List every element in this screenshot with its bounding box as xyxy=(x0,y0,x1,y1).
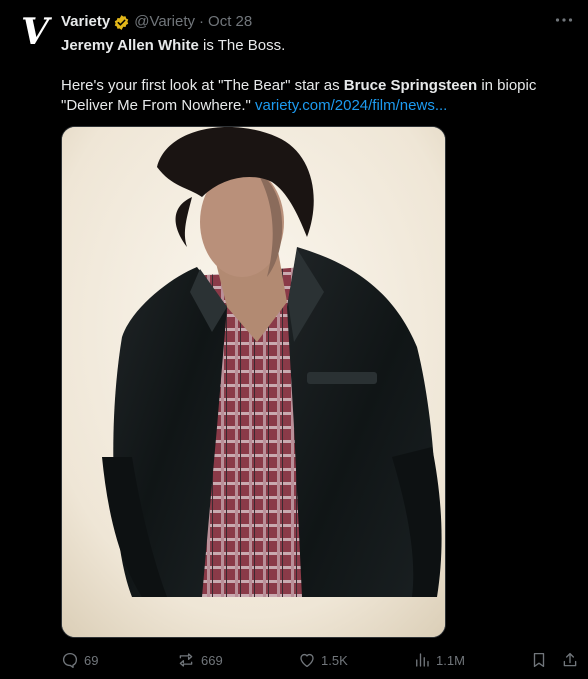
share-button[interactable] xyxy=(561,650,579,670)
tweet-text: Jeremy Allen White is The Boss. Here's y… xyxy=(61,36,561,116)
tweet[interactable]: V Variety @Variety · Oct 28 Jeremy Allen… xyxy=(0,0,588,679)
tweet-photo[interactable] xyxy=(61,126,446,638)
bookmark-icon xyxy=(533,652,545,668)
reply-button[interactable]: 69 xyxy=(61,650,98,670)
svg-text:V: V xyxy=(21,11,52,51)
tweet-line-2-a: Here's your first look at "The Bear" sta… xyxy=(61,77,344,94)
more-dots-icon xyxy=(555,18,573,22)
more-button[interactable] xyxy=(554,12,574,28)
repost-count: 669 xyxy=(201,652,223,668)
views-chart-icon xyxy=(416,653,429,667)
tweet-line-2: Here's your first look at "The Bear" sta… xyxy=(61,76,561,116)
tweet-line-1: Jeremy Allen White is The Boss. xyxy=(61,36,561,56)
views-button[interactable]: 1.1M xyxy=(413,650,465,670)
variety-logo-icon: V xyxy=(21,11,52,51)
reply-icon xyxy=(62,652,78,669)
photo-image xyxy=(62,127,445,637)
verified-icon[interactable] xyxy=(113,14,130,31)
mention-bruce-springsteen: Bruce Springsteen xyxy=(343,77,478,94)
reply-count: 69 xyxy=(84,652,99,668)
views-count: 1.1M xyxy=(436,652,465,668)
repost-icon xyxy=(179,653,193,667)
avatar[interactable]: V xyxy=(14,10,56,52)
action-bar: 69 669 1.5K 1.1M xyxy=(61,650,581,670)
share-icon xyxy=(563,652,577,667)
author-name[interactable]: Variety xyxy=(61,13,110,31)
bookmark-button[interactable] xyxy=(530,650,548,670)
mention-jeremy-allen-white: Jeremy Allen White xyxy=(61,37,199,54)
like-button[interactable]: 1.5K xyxy=(298,650,348,670)
tweet-line-1-rest: is The Boss. xyxy=(198,37,286,54)
author-handle[interactable]: @Variety xyxy=(134,13,195,31)
tweet-header: Variety @Variety · Oct 28 xyxy=(61,13,252,31)
tweet-timestamp[interactable]: Oct 28 xyxy=(208,13,252,31)
article-link[interactable]: variety.com/2024/film/news... xyxy=(255,97,447,114)
separator-dot: · xyxy=(199,13,205,30)
heart-icon xyxy=(300,653,314,668)
like-count: 1.5K xyxy=(321,652,348,668)
repost-button[interactable]: 669 xyxy=(176,650,223,670)
